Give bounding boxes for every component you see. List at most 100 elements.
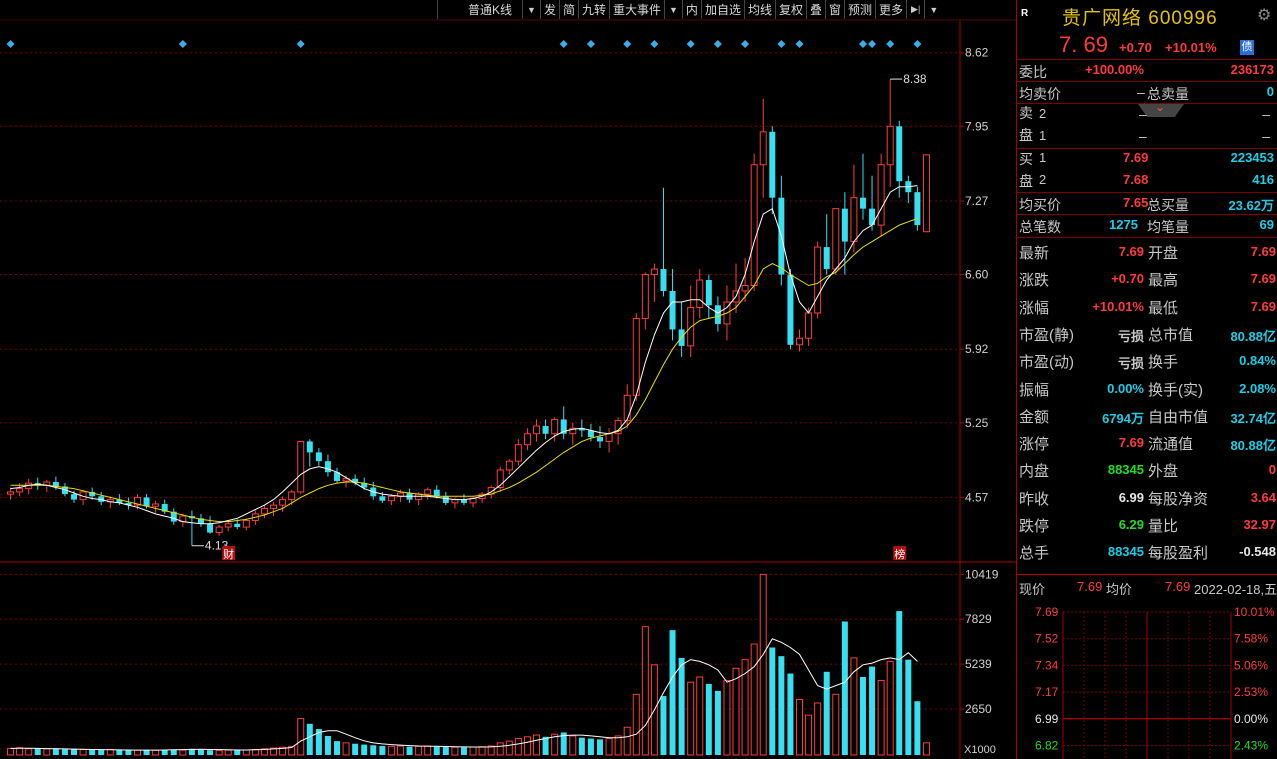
stat-label: 量比 xyxy=(1148,518,1179,535)
mini-left-tick: 6.82 xyxy=(1035,739,1059,753)
price-change: +0.70 xyxy=(1119,40,1152,55)
stat-value: +0.70 xyxy=(1111,271,1144,287)
mini-left-tick: 7.34 xyxy=(1035,658,1059,672)
kline-chart-area[interactable]: 8.62 7.95 7.27 6.60 5.92 5.25 4.57 8.38 4.13 财榜 10… xyxy=(0,0,1016,759)
price-bar: 7. 69 +0.70 +10.01% 债 xyxy=(1017,32,1277,60)
volume-bar xyxy=(614,735,622,756)
stat-value: 7.69 xyxy=(1250,244,1276,259)
volume-bar xyxy=(605,738,613,756)
candle-body xyxy=(869,208,876,226)
toolbar-ma[interactable]: 均线 xyxy=(743,0,775,19)
toolbar-jian[interactable]: 简 xyxy=(558,0,578,19)
volume-bar xyxy=(234,750,241,755)
candle-body xyxy=(242,519,250,528)
volume-bar xyxy=(451,746,459,756)
arrow-expand-icon[interactable]: ▶| xyxy=(906,0,924,19)
volume-bar xyxy=(16,747,24,756)
stat-label: 换手(实) xyxy=(1148,381,1203,399)
candle-body xyxy=(896,126,903,182)
candle-body xyxy=(387,495,395,502)
toolbar-overlay[interactable]: 叠 xyxy=(805,0,825,19)
volume-bar xyxy=(442,747,449,755)
candle-body xyxy=(623,394,631,422)
stat-label: 总市值 xyxy=(1148,326,1194,344)
volume-bar xyxy=(732,667,740,756)
gear-icon[interactable]: ⚙ xyxy=(1257,5,1271,25)
panel-header: R 贵广网络 600996 ⚙ xyxy=(1017,0,1277,30)
volume-bar xyxy=(787,673,794,755)
chevron-down-icon[interactable]: ▼ xyxy=(924,0,942,19)
volume-bar xyxy=(632,693,640,756)
price-tick-label: 7.27 xyxy=(965,194,989,208)
candle-body xyxy=(660,269,667,291)
stat-value: 亏损 xyxy=(1117,356,1144,372)
toolbar-adjust[interactable]: 复权 xyxy=(774,0,806,19)
volume-bar xyxy=(242,749,250,756)
toolbar-add-watchlist[interactable]: 加自选 xyxy=(700,0,744,19)
event-diamond-icon xyxy=(913,40,922,48)
candle-body xyxy=(234,523,241,528)
sell-level-row[interactable]: 1 – – xyxy=(1017,126,1277,148)
stat-value: 7.69 xyxy=(1250,298,1276,314)
divider xyxy=(1017,574,1277,575)
event-diamond-icon xyxy=(650,40,659,48)
chevron-down-icon[interactable]: ▼ xyxy=(664,0,682,19)
candle-body xyxy=(415,493,423,501)
candle-body xyxy=(7,491,15,495)
stat-row: 涨幅 +10.01% 最低 7.69 xyxy=(1017,295,1277,317)
toolbar-nei[interactable]: 内 xyxy=(681,0,701,19)
candle-body xyxy=(597,437,603,442)
toolbar-major-events[interactable]: 重大事件 xyxy=(608,0,664,19)
candle-body xyxy=(814,246,822,314)
current-price: 7. 69 xyxy=(1059,32,1108,57)
sell-level-row[interactable]: 2 – – xyxy=(1017,104,1277,126)
volume-bar xyxy=(660,696,667,755)
volume-tick-label: 7829 xyxy=(965,612,992,626)
chevron-down-icon[interactable]: ▼ xyxy=(522,0,540,19)
intraday-mini-chart[interactable]: 7.69 10.01% 7.52 7.58% 7.34 5.06% 7.17 2.53% 6.9… xyxy=(1017,600,1277,759)
mini-right-tick: 5.06% xyxy=(1234,658,1268,672)
volume-bar xyxy=(533,734,541,756)
toolbar-more[interactable]: 更多 xyxy=(875,0,906,19)
candle-body xyxy=(859,197,866,209)
candle-body xyxy=(324,461,331,473)
candle-body xyxy=(877,164,885,226)
candle-body xyxy=(832,208,840,270)
volume-bar xyxy=(161,749,168,755)
toolbar-jiuzhuan[interactable]: 九转 xyxy=(577,0,609,19)
stat-row: 金额 6794万 自由市值 32.74亿 xyxy=(1017,404,1277,426)
volume-bar xyxy=(297,718,305,756)
candle-body xyxy=(451,499,459,504)
kline-chart-svg[interactable]: 8.627.957.276.605.925.254.578.384.13财 榜10… xyxy=(0,0,1016,759)
stat-value: 32.97 xyxy=(1243,517,1276,532)
stat-row: 振幅 0.00% 换手(实) 2.08% xyxy=(1017,377,1277,399)
candle-body xyxy=(152,503,160,507)
buy-level-row[interactable]: 2 7.68 416 xyxy=(1017,170,1277,192)
ranking-tag: 榜 xyxy=(894,547,905,561)
toolbar-kline-type[interactable]: 普通K线 xyxy=(437,0,522,19)
volume-bar xyxy=(370,745,377,755)
volume-bar xyxy=(859,676,866,755)
event-diamond-icon xyxy=(623,40,632,48)
mini-right-tick: 7.58% xyxy=(1234,632,1268,646)
toolbar-forecast[interactable]: 预测 xyxy=(844,0,875,19)
price-tick-label: 8.62 xyxy=(965,46,989,60)
stat-row: 跌停 6.29 量比 32.97 xyxy=(1017,513,1277,535)
chart-toolbar: 普通K线 ▼ 发 简 九转 重大事件 ▼ 内 加自选 均线 复权 叠 窗 预测 … xyxy=(437,0,1016,20)
toolbar-window[interactable]: 窗 xyxy=(825,0,844,19)
volume-bar xyxy=(723,679,731,756)
candle-body xyxy=(215,526,223,534)
volume-bar xyxy=(43,748,51,756)
candle-body xyxy=(71,494,78,500)
buy-level-row[interactable]: 1 7.69 223453 xyxy=(1017,148,1277,170)
stat-row: 涨跌 +0.70 最高 7.69 xyxy=(1017,267,1277,289)
stat-value: 亏损 xyxy=(1117,328,1144,344)
volume-bar xyxy=(352,743,359,755)
bond-badge[interactable]: 债 xyxy=(1240,40,1254,55)
candle-body xyxy=(587,430,594,438)
volume-bar xyxy=(714,690,721,755)
stat-label: 最高 xyxy=(1148,272,1179,290)
toolbar-fa[interactable]: 发 xyxy=(539,0,559,19)
mini-left-tick: 6.99 xyxy=(1035,712,1059,726)
event-diamond-icon xyxy=(858,40,867,48)
